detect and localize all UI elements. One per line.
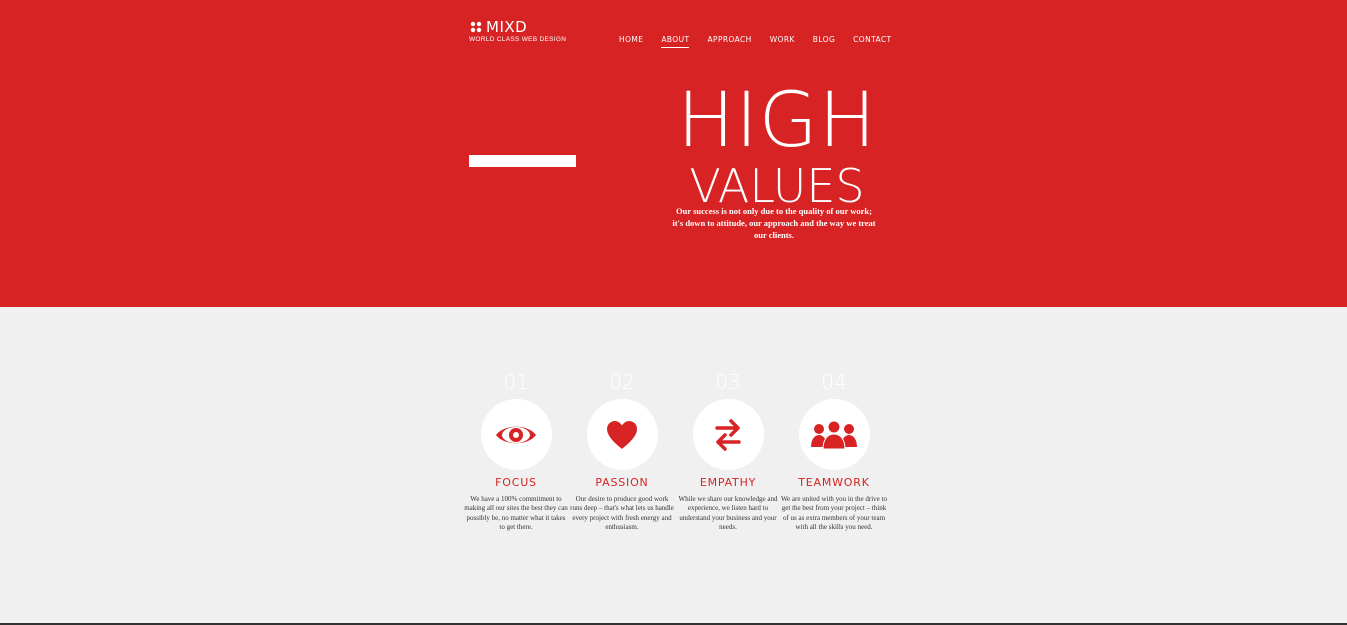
feature-description: While we share our knowledge and experie… (678, 495, 778, 531)
nav-home[interactable]: HOME (619, 35, 643, 48)
feature-title: PASSION (595, 476, 649, 489)
hero-section: MIXD WORLD CLASS WEB DESIGN HOME ABOUT A… (0, 0, 1347, 307)
brand-tagline: WORLD CLASS WEB DESIGN (469, 36, 567, 43)
feature-number: 01 (503, 370, 529, 394)
feature-number: 02 (609, 370, 635, 394)
nav-blog[interactable]: BLOG (813, 35, 835, 48)
feature-empathy: 03 EMPATHY While we share our knowledge … (675, 370, 781, 532)
feature-passion: 02 PASSION Our desire to produce good wo… (569, 370, 675, 532)
logo[interactable]: MIXD WORLD CLASS WEB DESIGN (469, 19, 566, 44)
eye-icon (496, 426, 536, 443)
feature-number: 03 (715, 370, 741, 394)
team-icon (811, 420, 857, 449)
feature-title: TEAMWORK (798, 476, 870, 489)
nav-contact[interactable]: CONTACT (853, 35, 891, 48)
nav-work[interactable]: WORK (770, 35, 795, 48)
hero-subtitle: Our success is not only due to the quali… (672, 206, 876, 240)
nav-about[interactable]: ABOUT (661, 35, 690, 48)
feature-icon-circle (798, 399, 870, 470)
heart-icon (607, 420, 637, 449)
hero-headline: HIGH VALUES (666, 75, 888, 213)
feature-icon-circle (586, 399, 658, 470)
feature-number: 04 (821, 370, 847, 394)
exchange-arrows-icon (715, 418, 741, 451)
feature-title: FOCUS (495, 476, 537, 489)
hero-title-line2: VALUES (689, 159, 865, 213)
nav-approach[interactable]: APPROACH (707, 35, 751, 48)
feature-focus: 01 FOCUS We have a 100% commitment to ma… (463, 370, 569, 532)
feature-description: We have a 100% commitment to making all … (464, 495, 568, 531)
feature-title: EMPATHY (699, 476, 757, 489)
decorative-bar (469, 155, 576, 167)
feature-description: We are united with you in the drive to g… (781, 495, 887, 531)
brand-name: MIXD (486, 18, 528, 36)
feature-icon-circle (692, 399, 764, 470)
main-nav: HOME ABOUT APPROACH WORK BLOG CONTACT (619, 35, 910, 48)
feature-icon-circle (480, 399, 552, 470)
hero-title-line1: HIGH (677, 75, 877, 164)
feature-description: Our desire to produce good work runs dee… (570, 495, 674, 531)
logo-mark-icon (470, 21, 482, 33)
feature-teamwork: 04 TEAMWORK We are united with you in th… (781, 370, 887, 532)
